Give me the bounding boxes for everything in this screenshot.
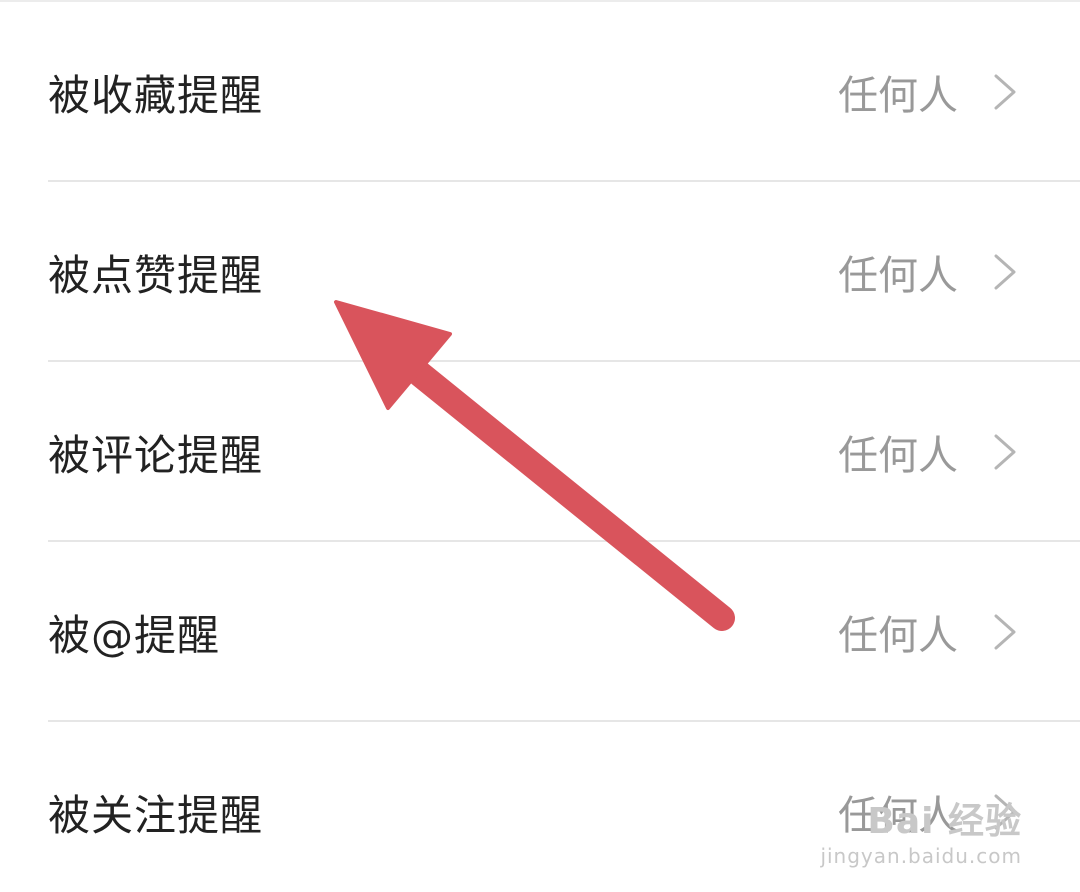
chevron-right-icon bbox=[994, 614, 1016, 650]
setting-row-followed[interactable]: 被关注提醒 任何人 bbox=[0, 722, 1080, 892]
setting-label: 被收藏提醒 bbox=[48, 70, 264, 120]
chevron-right-icon bbox=[994, 434, 1016, 470]
setting-row-favorited[interactable]: 被收藏提醒 任何人 bbox=[0, 2, 1080, 182]
setting-value: 任何人 bbox=[838, 253, 958, 299]
setting-label: 被@提醒 bbox=[48, 610, 221, 660]
setting-row-commented[interactable]: 被评论提醒 任何人 bbox=[0, 362, 1080, 542]
setting-value: 任何人 bbox=[838, 793, 958, 839]
setting-value: 任何人 bbox=[838, 613, 958, 659]
chevron-right-icon bbox=[994, 794, 1016, 830]
chevron-right-icon bbox=[994, 74, 1016, 110]
setting-row-liked[interactable]: 被点赞提醒 任何人 bbox=[0, 182, 1080, 362]
setting-label: 被评论提醒 bbox=[48, 430, 264, 480]
setting-value: 任何人 bbox=[838, 73, 958, 119]
setting-label: 被关注提醒 bbox=[48, 790, 264, 840]
notification-settings-page: 被收藏提醒 任何人 被点赞提醒 任何人 被评论提醒 任何人 被@提醒 任何人 被… bbox=[0, 0, 1080, 892]
setting-value: 任何人 bbox=[838, 433, 958, 479]
settings-list: 被收藏提醒 任何人 被点赞提醒 任何人 被评论提醒 任何人 被@提醒 任何人 被… bbox=[0, 2, 1080, 892]
chevron-right-icon bbox=[994, 254, 1016, 290]
setting-label: 被点赞提醒 bbox=[48, 250, 264, 300]
setting-row-mentioned[interactable]: 被@提醒 任何人 bbox=[0, 542, 1080, 722]
